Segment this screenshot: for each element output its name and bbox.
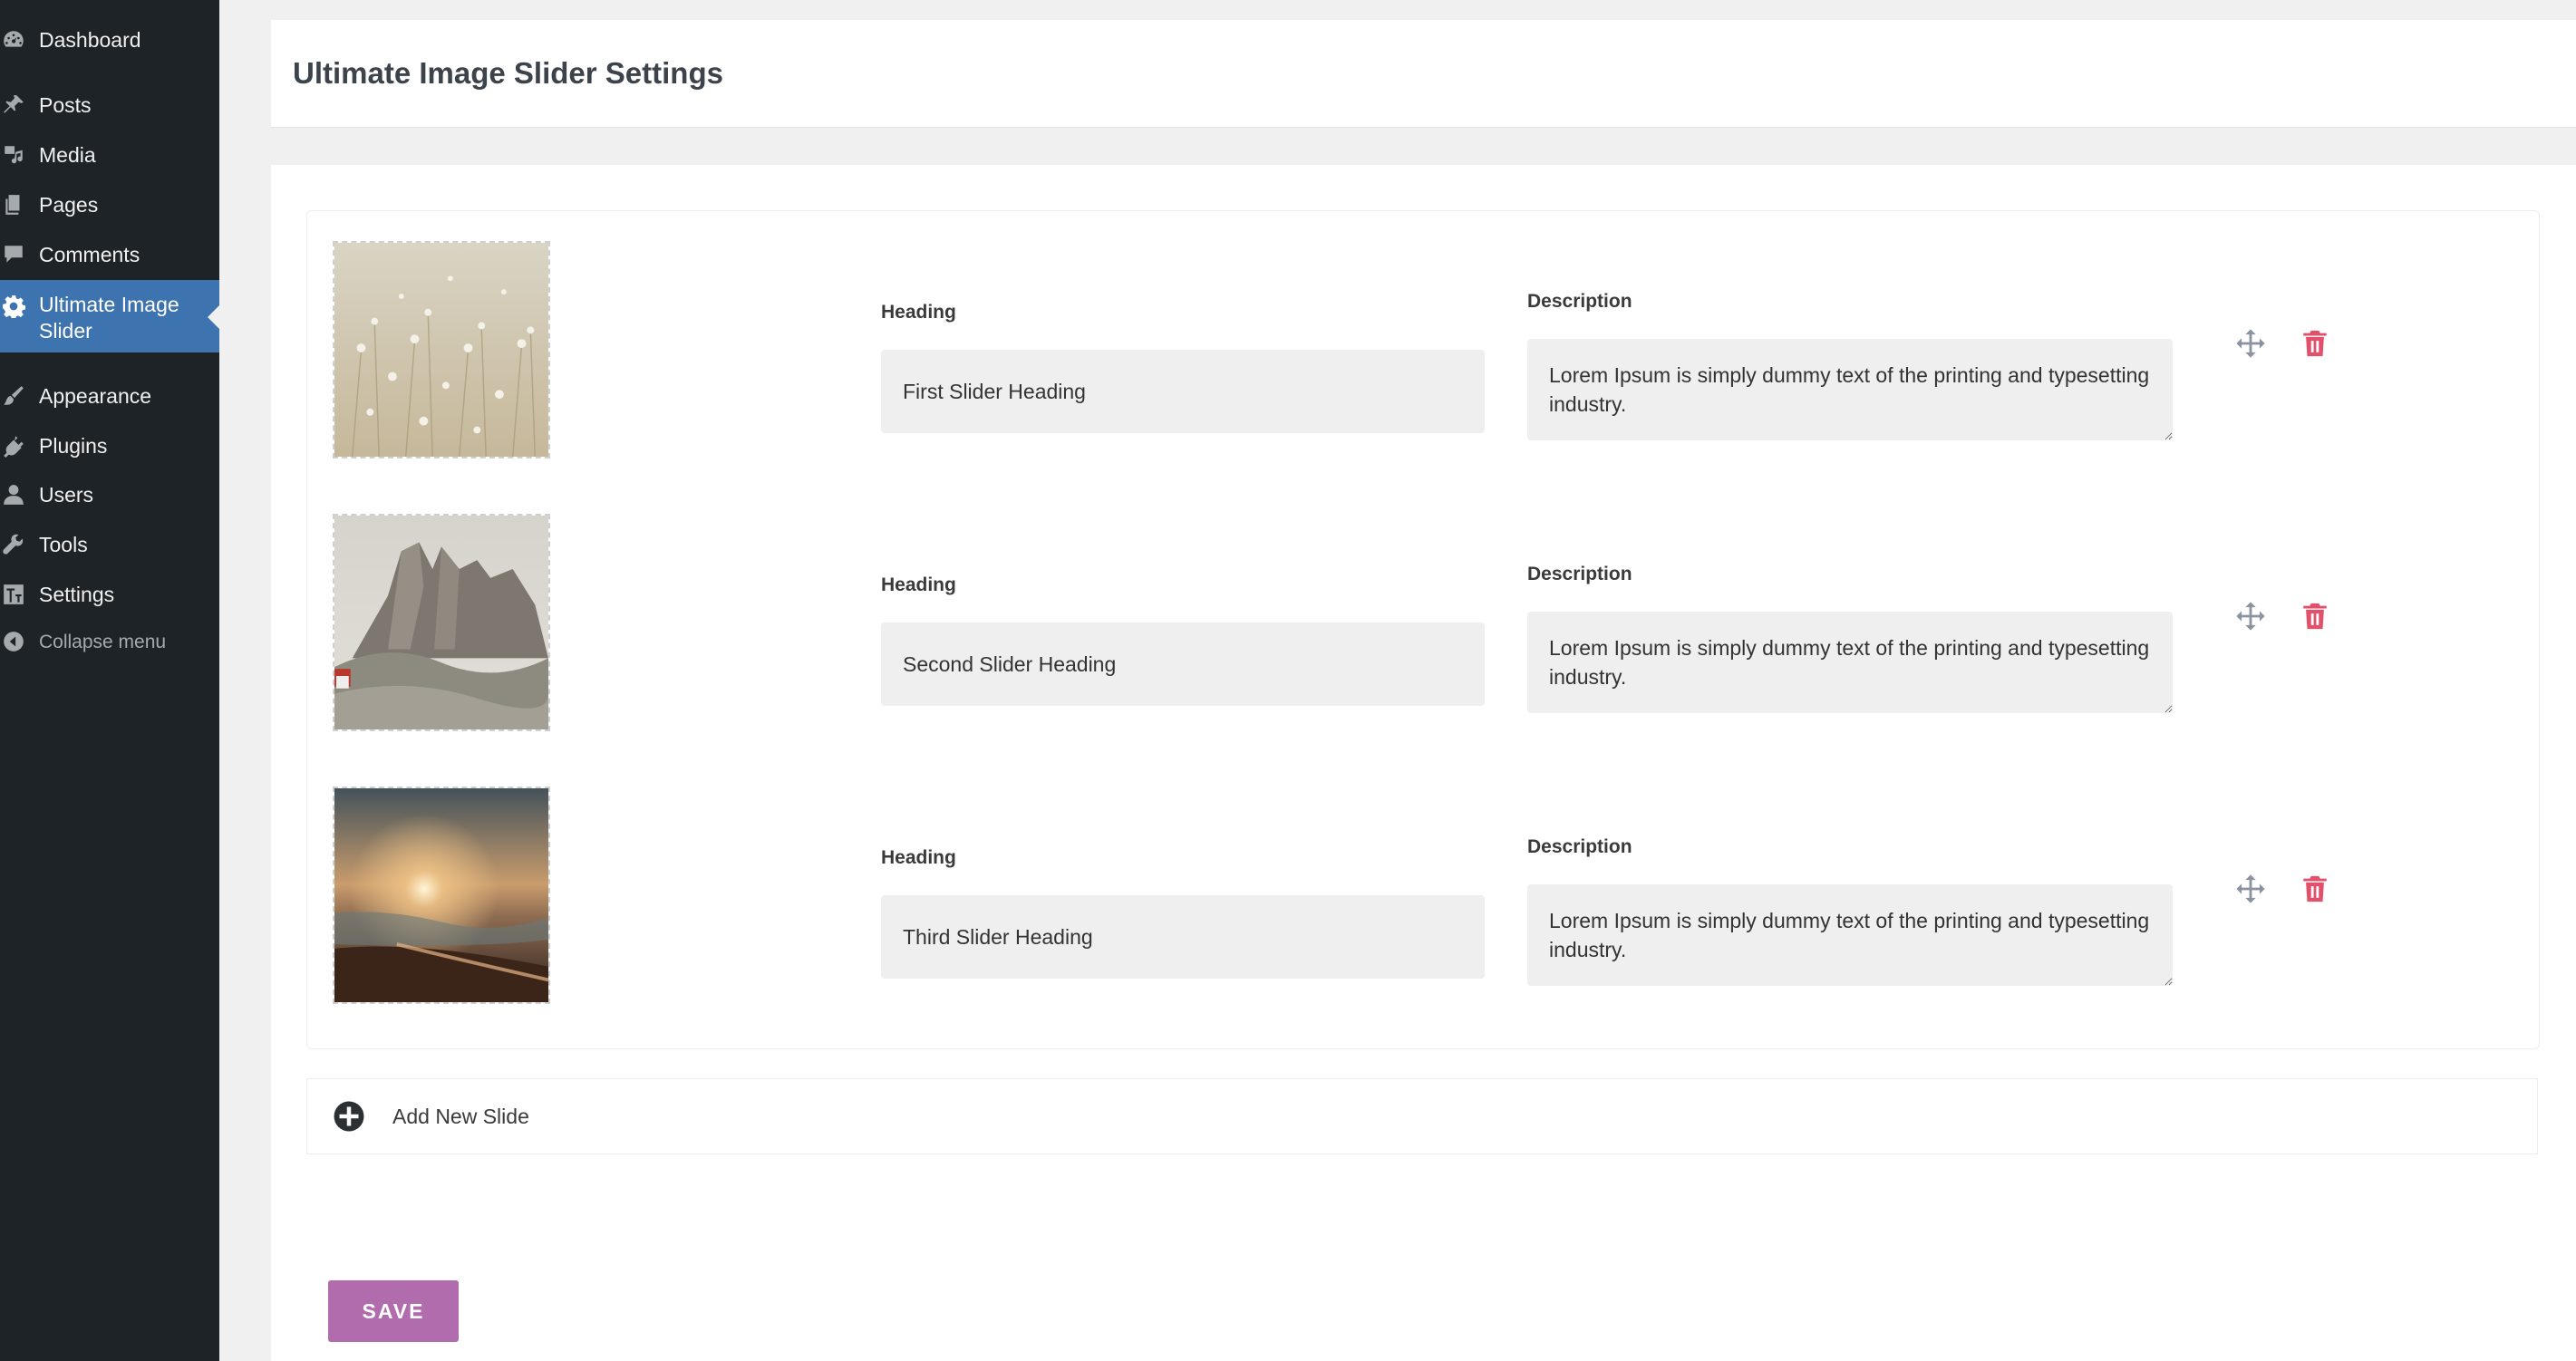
move-slide-handle[interactable] [2232,325,2269,362]
sidebar-item-comments[interactable]: Comments [0,241,219,268]
collapse-menu-button[interactable]: Collapse menu [0,628,219,655]
plug-icon [0,432,27,459]
description-textarea[interactable]: Lorem Ipsum is simply dummy text of the … [1527,339,2173,440]
dashboard-icon [0,26,27,53]
heading-label: Heading [881,574,956,595]
description-label: Description [1527,836,1632,857]
slides-list: Heading Description Lorem Ipsum is simpl… [306,210,2540,1049]
heading-input[interactable] [881,350,1485,433]
delete-slide-button[interactable] [2297,325,2333,362]
move-slide-handle[interactable] [2232,598,2269,634]
heading-label: Heading [881,847,956,868]
page-header: Ultimate Image Slider Settings [271,20,2576,128]
sidebar-item-pages[interactable]: Pages [0,191,219,218]
page-title: Ultimate Image Slider Settings [293,56,723,90]
slide-row: Heading Description Lorem Ipsum is simpl… [307,757,2539,1028]
sidebar-item-label: Tools [39,532,88,556]
sidebar-item-tools[interactable]: Tools [0,531,219,558]
sidebar-item-users[interactable]: Users [0,481,219,508]
description-label: Description [1527,291,1632,312]
add-new-slide-label: Add New Slide [392,1104,529,1128]
slide-row: Heading Description Lorem Ipsum is simpl… [307,211,2539,483]
sidebar-item-appearance[interactable]: Appearance [0,382,219,410]
plus-circle-icon [334,1101,364,1132]
save-button[interactable]: SAVE [328,1280,459,1342]
heading-input[interactable] [881,623,1485,706]
move-slide-handle[interactable] [2232,871,2269,907]
media-icon [0,141,27,169]
sidebar-item-label: Pages [39,192,99,217]
gear-icon [0,293,27,320]
brush-icon [0,382,27,410]
move-icon [2236,874,2265,903]
trash-icon [2303,603,2327,630]
delete-slide-button[interactable] [2297,598,2333,634]
comment-icon [0,241,27,268]
sidebar-item-label: Plugins [39,433,108,458]
sidebar-item-media[interactable]: Media [0,141,219,169]
trash-icon [2303,330,2327,357]
user-icon [0,481,27,508]
admin-sidebar: Dashboard Posts Media Pages Comments Ult… [0,0,219,1361]
sidebar-item-settings[interactable]: Settings [0,581,219,608]
delete-slide-button[interactable] [2297,871,2333,907]
sidebar-item-label: Posts [39,92,92,117]
sidebar-item-label: Comments [39,242,140,266]
slide-image-flowers[interactable] [333,241,550,458]
collapse-icon [0,628,27,655]
description-label: Description [1527,564,1632,584]
sidebar-item-label: Media [39,142,96,167]
slide-image-mountains[interactable] [333,514,550,731]
settings-icon [0,581,27,608]
pages-icon [0,191,27,218]
description-textarea[interactable]: Lorem Ipsum is simply dummy text of the … [1527,612,2173,713]
wrench-icon [0,531,27,558]
slide-row: Heading Description Lorem Ipsum is simpl… [307,484,2539,756]
heading-input[interactable] [881,895,1485,979]
move-icon [2236,602,2265,631]
heading-label: Heading [881,302,956,323]
add-new-slide-button[interactable]: Add New Slide [306,1078,2538,1154]
sidebar-item-label: Appearance [39,383,152,408]
sidebar-item-label: Dashboard [39,27,141,52]
sidebar-item-label: Settings [39,582,115,606]
settings-panel: Heading Description Lorem Ipsum is simpl… [271,165,2576,1361]
trash-icon [2303,875,2327,903]
sidebar-item-plugins[interactable]: Plugins [0,432,219,459]
move-icon [2236,329,2265,358]
sidebar-item-posts[interactable]: Posts [0,92,219,119]
pin-icon [0,92,27,119]
description-textarea[interactable]: Lorem Ipsum is simply dummy text of the … [1527,884,2173,986]
sidebar-item-dashboard[interactable]: Dashboard [0,26,219,53]
slide-image-sunset[interactable] [333,787,550,1004]
collapse-menu-label: Collapse menu [39,631,167,652]
sidebar-item-label: Users [39,482,94,507]
sidebar-item-ultimate-image-slider[interactable]: Ultimate Image Slider [0,280,219,352]
sidebar-item-label: Ultimate Image Slider [39,293,179,343]
